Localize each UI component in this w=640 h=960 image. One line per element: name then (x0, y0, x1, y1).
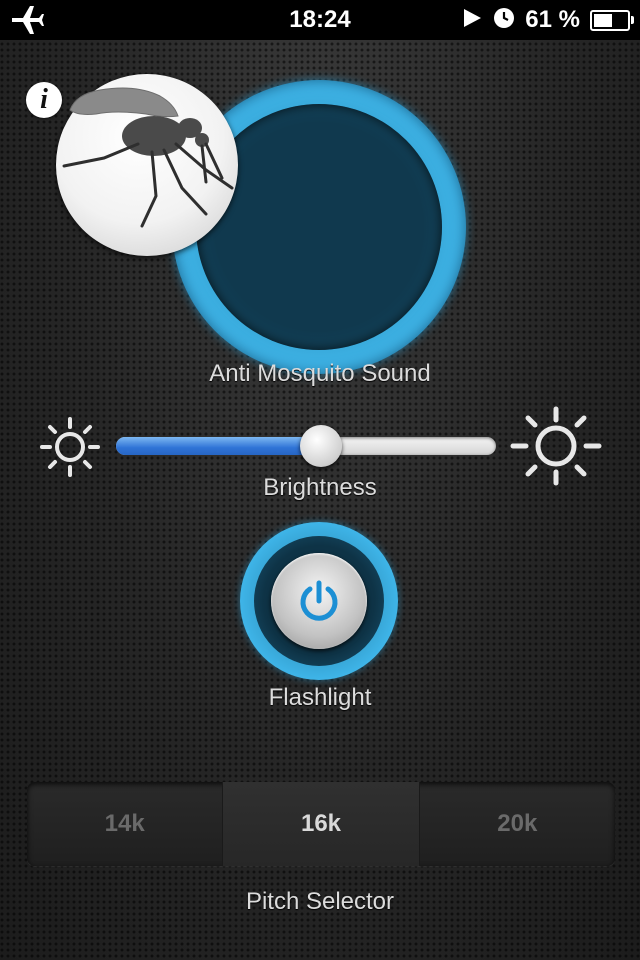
location-icon (461, 7, 483, 34)
battery-fill (594, 13, 612, 27)
pitch-option-14k[interactable]: 14k (27, 782, 222, 866)
power-icon (300, 580, 338, 621)
flashlight-label: Flashlight (268, 684, 372, 711)
brightness-label: Brightness (263, 474, 377, 501)
pitch-option-16k[interactable]: 16k (222, 782, 419, 866)
flashlight-button-ring[interactable] (240, 522, 398, 680)
clock-icon (493, 7, 515, 34)
battery-icon (590, 9, 634, 31)
mosquito-icon[interactable] (56, 74, 238, 256)
brightness-slider-fill (116, 437, 322, 455)
pitch-option-20k[interactable]: 20k (418, 782, 615, 866)
pitch-selector[interactable]: 14k 16k 20k (27, 782, 615, 866)
status-bar: 18:24 61 % (0, 0, 640, 40)
flashlight-button[interactable] (271, 553, 367, 649)
pitch-selector-label: Pitch Selector (245, 888, 395, 915)
mosquito-label: Anti Mosquito Sound (209, 360, 431, 387)
brightness-slider-thumb[interactable] (300, 425, 343, 467)
info-icon: i (40, 84, 48, 115)
brightness-slider[interactable] (116, 425, 496, 467)
battery-percent: 61 % (525, 6, 580, 33)
